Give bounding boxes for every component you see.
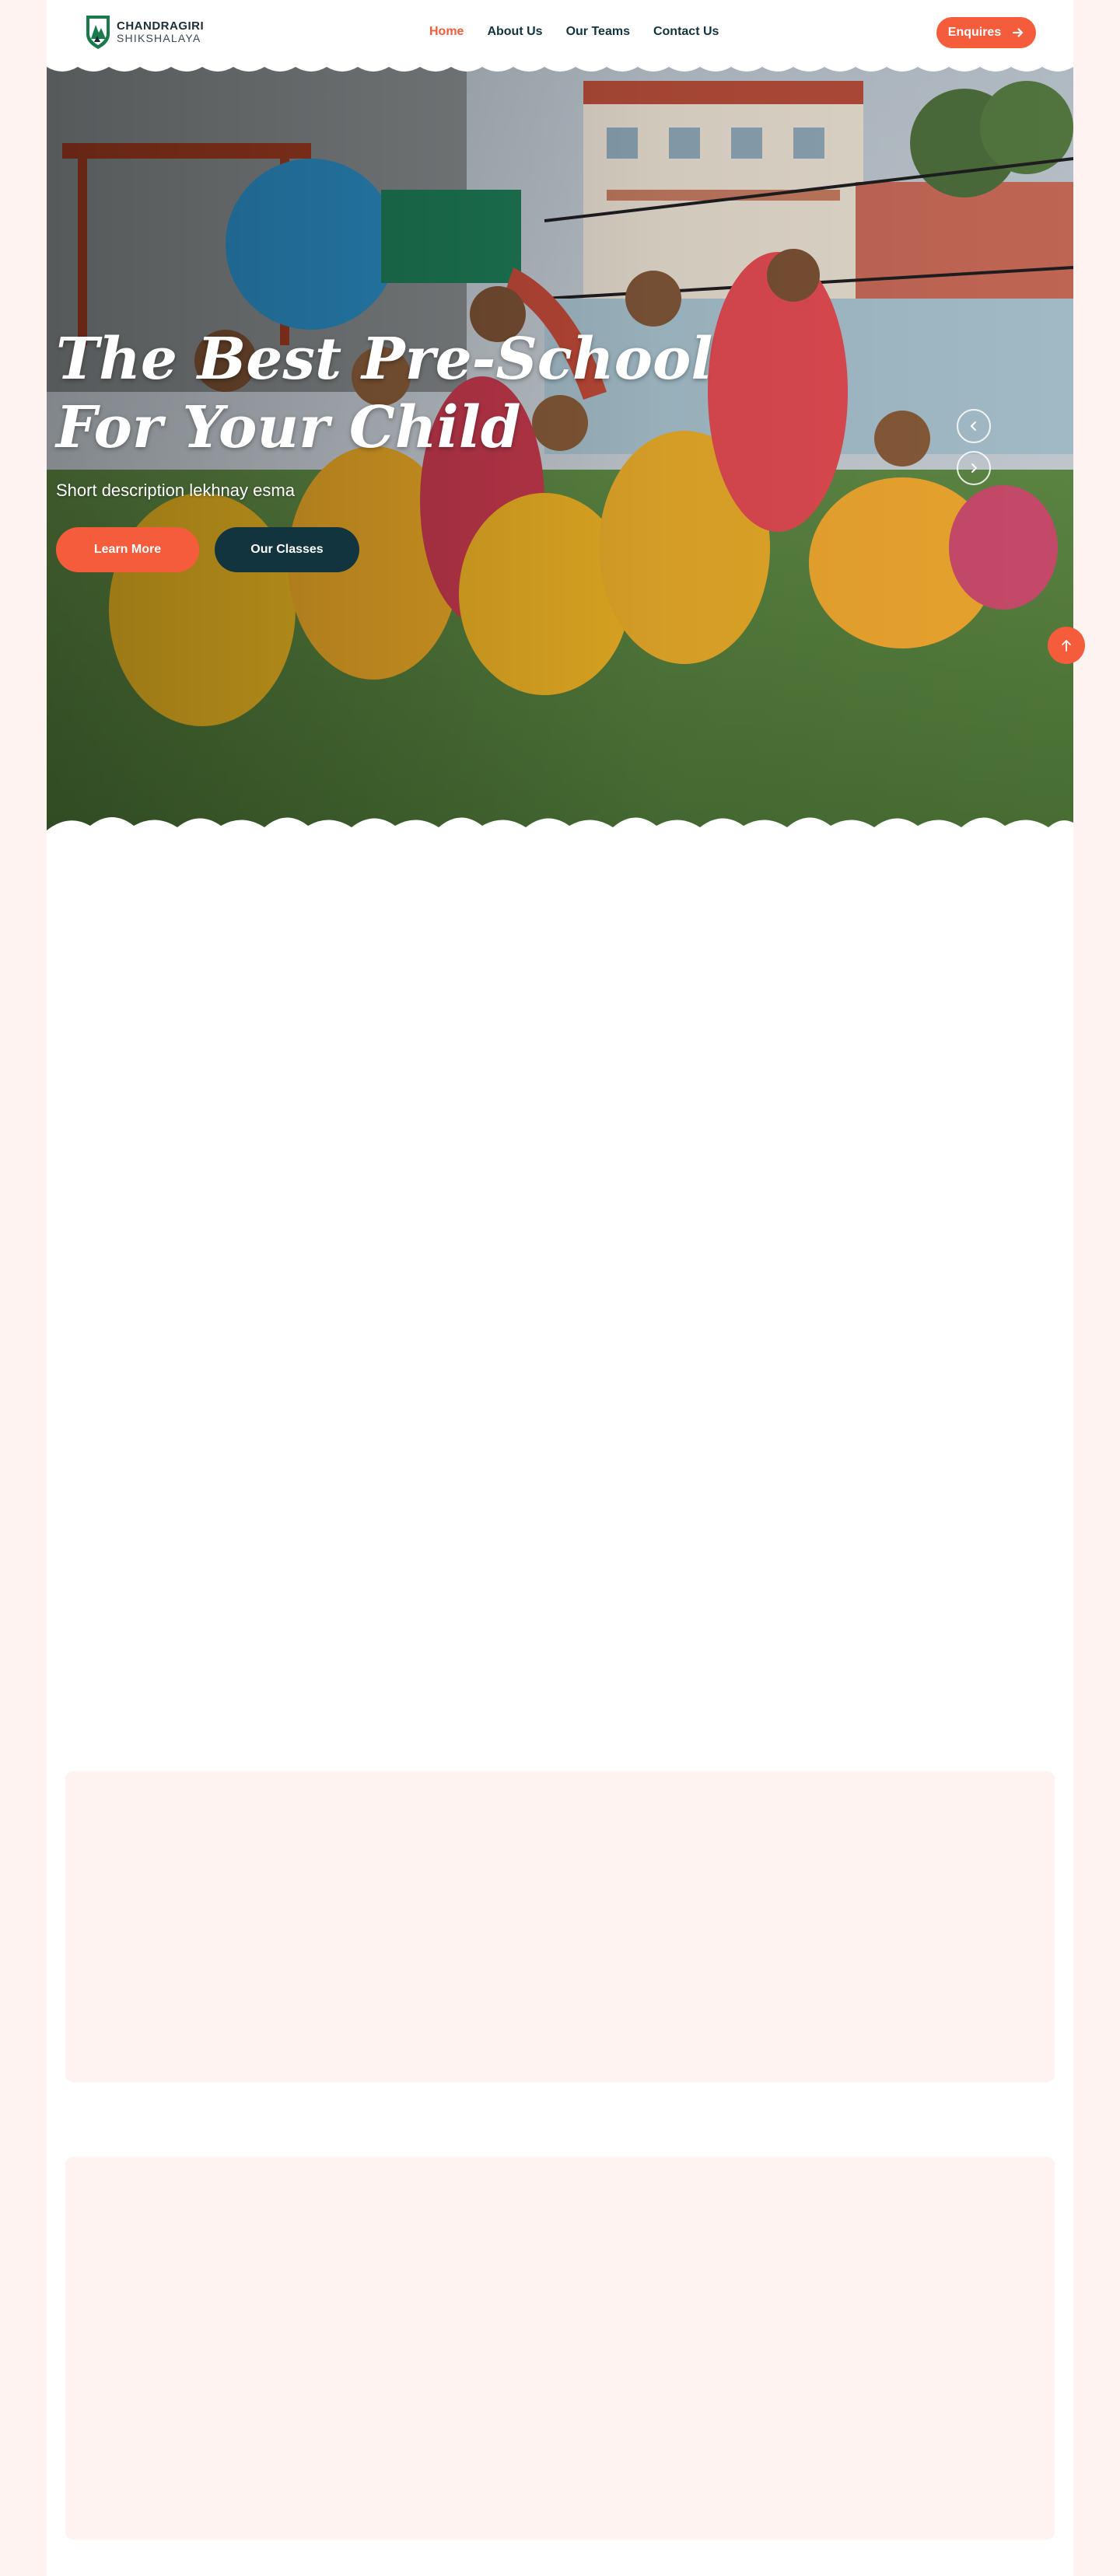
site-logo[interactable]: CHANDRAGIRI SHIKSHALAYA — [84, 12, 204, 51]
hero-slider: The Best Pre-School For Your Child Short… — [47, 65, 1073, 837]
chevron-left-icon — [970, 421, 976, 431]
arrow-up-icon — [1062, 640, 1071, 652]
enquire-button-label: Enquires — [947, 26, 1002, 39]
logo-name-line1: CHANDRAGIRI — [117, 19, 205, 33]
chevron-right-icon — [971, 463, 978, 473]
nav-item-contact-us[interactable]: Contact Us — [653, 23, 719, 40]
content-panel-2 — [65, 2157, 1055, 2539]
nav-item-home[interactable]: Home — [429, 23, 464, 40]
main-nav: Home About Us Our Teams Contact Us — [429, 23, 742, 40]
scroll-to-top-button[interactable] — [1048, 627, 1085, 664]
logo-shield-icon — [86, 16, 110, 49]
nav-item-our-teams[interactable]: Our Teams — [566, 23, 630, 40]
hero-top-scallop — [47, 65, 1073, 72]
enquire-button[interactable]: Enquires — [936, 17, 1036, 48]
hero-title: The Best Pre-School For Your Child — [56, 326, 713, 461]
hero-description: Short description lekhnay esma — [56, 481, 295, 500]
our-classes-button[interactable]: Our Classes — [215, 527, 359, 572]
content-panel-1 — [65, 1771, 1055, 2082]
site-header: CHANDRAGIRI SHIKSHALAYA Home About Us Ou… — [47, 0, 1073, 65]
page-container: CHANDRAGIRI SHIKSHALAYA Home About Us Ou… — [47, 0, 1073, 2576]
nav-item-about-us[interactable]: About Us — [487, 23, 542, 40]
learn-more-button[interactable]: Learn More — [56, 527, 199, 572]
arrow-right-icon — [1013, 28, 1024, 37]
hero-bottom-scallop — [47, 817, 1073, 837]
logo-name-line2: SHIKSHALAYA — [117, 31, 201, 44]
slider-next-button[interactable] — [957, 451, 991, 485]
slider-prev-button[interactable] — [957, 409, 991, 443]
